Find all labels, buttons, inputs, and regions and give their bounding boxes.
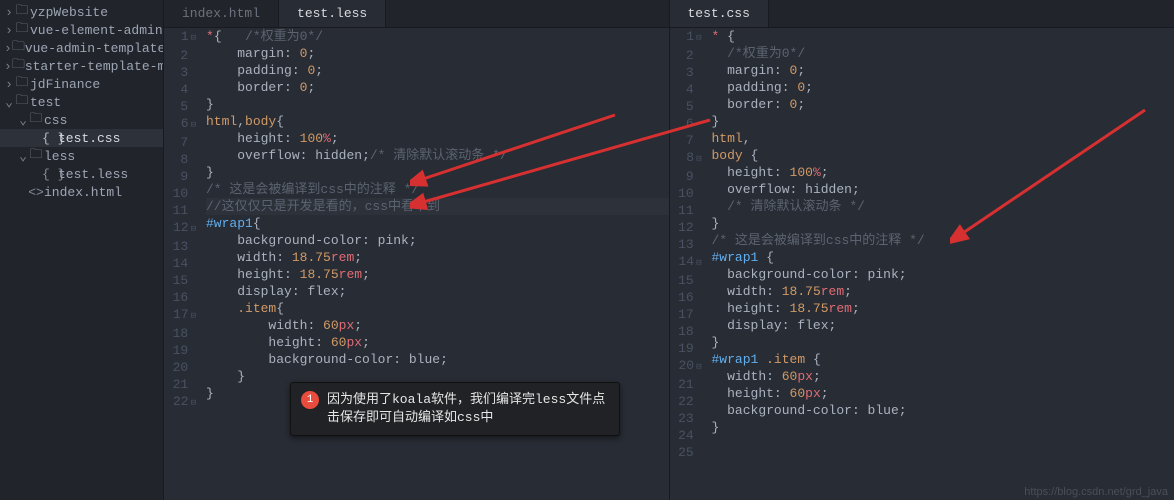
code-line[interactable]: //这仅仅只是开发是看的，css中看不到 <box>206 198 669 215</box>
tree-item-label: less <box>44 149 75 164</box>
chevron-icon: › <box>4 23 14 38</box>
code-line[interactable]: border: 0; <box>712 96 1174 113</box>
code-line[interactable]: height: 100%; <box>206 130 669 147</box>
chevron-icon: ⌄ <box>18 149 28 164</box>
file-tree[interactable]: ›🗀yzpWebsite›🗀vue-element-admin›🗀vue-adm… <box>0 0 164 500</box>
chevron-icon: › <box>4 5 14 20</box>
file-icon: { } <box>42 167 58 182</box>
code-line[interactable]: height: 18.75rem; <box>712 300 1174 317</box>
code-line[interactable]: } <box>712 334 1174 351</box>
code-area-right[interactable]: 1⊟2 3 4 5 6 7 8⊟9 10 11 12 13 14⊟15 16 1… <box>670 28 1174 500</box>
tree-item-label: test.less <box>58 167 128 182</box>
code-line[interactable]: /* 这是会被编译到css中的注释 */ <box>206 181 669 198</box>
chevron-icon: ⌄ <box>18 113 28 128</box>
tab[interactable]: test.less <box>279 0 386 27</box>
tabbar-right[interactable]: test.css <box>670 0 1174 28</box>
file-icon: <> <box>28 185 44 200</box>
tabbar-left[interactable]: index.htmltest.less <box>164 0 669 28</box>
code-line[interactable]: } <box>712 113 1174 130</box>
chevron-icon: › <box>4 77 14 92</box>
code-line[interactable]: /* 这是会被编译到css中的注释 */ <box>712 232 1174 249</box>
annotation-callout: 1 因为使用了koala软件，我们编译完less文件点击保存即可自动编译如css… <box>290 382 620 436</box>
code-line[interactable]: margin: 0; <box>712 62 1174 79</box>
code-line[interactable] <box>712 436 1174 453</box>
file-icon: { } <box>42 131 58 146</box>
code-line[interactable]: padding: 0; <box>712 79 1174 96</box>
code-line[interactable]: } <box>206 164 669 181</box>
code-line[interactable]: } <box>712 215 1174 232</box>
tree-item-label: test.css <box>58 131 120 146</box>
editor-right: test.css 1⊟2 3 4 5 6 7 8⊟9 10 11 12 13 1… <box>670 0 1174 500</box>
tree-item[interactable]: ⌄🗀less <box>0 147 163 165</box>
code-line[interactable]: overflow: hidden; <box>712 181 1174 198</box>
code-line[interactable]: height: 100%; <box>712 164 1174 181</box>
code-line[interactable]: html, <box>712 130 1174 147</box>
code-line[interactable]: padding: 0; <box>206 62 669 79</box>
tree-item[interactable]: ⌄🗀test <box>0 93 163 111</box>
callout-text: 因为使用了koala软件，我们编译完less文件点击保存即可自动编译如css中 <box>327 391 609 427</box>
chevron-icon: › <box>4 59 12 74</box>
watermark: https://blog.csdn.net/grd_java <box>1024 486 1168 498</box>
code-line[interactable]: } <box>712 419 1174 436</box>
code-line[interactable]: height: 60px; <box>206 334 669 351</box>
code-line[interactable]: /*权重为0*/ <box>712 45 1174 62</box>
tree-item-label: test <box>30 95 61 110</box>
code-line[interactable]: body { <box>712 147 1174 164</box>
code-line[interactable]: html,body{ <box>206 113 669 130</box>
tree-item-label: index.html <box>44 185 122 200</box>
chevron-icon: › <box>4 41 12 56</box>
folder-icon: 🗀 <box>28 109 44 131</box>
code-line[interactable]: height: 18.75rem; <box>206 266 669 283</box>
code-line[interactable]: background-color: blue; <box>206 351 669 368</box>
code-line[interactable]: display: flex; <box>206 283 669 300</box>
code-line[interactable]: *{ /*权重为0*/ <box>206 28 669 45</box>
tree-item-label: yzpWebsite <box>30 5 108 20</box>
code-line[interactable]: border: 0; <box>206 79 669 96</box>
tab[interactable]: test.css <box>670 0 769 27</box>
code-line[interactable]: } <box>206 96 669 113</box>
code-line[interactable]: width: 60px; <box>712 368 1174 385</box>
tree-item-label: vue-admin-template <box>25 41 164 56</box>
chevron-icon: ⌄ <box>4 95 14 110</box>
tree-item[interactable]: ⌄🗀css <box>0 111 163 129</box>
tree-item[interactable]: { }test.less <box>0 165 163 183</box>
tree-item[interactable]: { }test.css <box>0 129 163 147</box>
code-line[interactable]: width: 18.75rem; <box>712 283 1174 300</box>
code-line[interactable]: * { <box>712 28 1174 45</box>
code-line[interactable]: overflow: hidden;/* 清除默认滚动条 */ <box>206 147 669 164</box>
folder-icon: 🗀 <box>28 145 44 167</box>
code-line[interactable]: /* 清除默认滚动条 */ <box>712 198 1174 215</box>
code-line[interactable]: background-color: pink; <box>712 266 1174 283</box>
code-line[interactable]: margin: 0; <box>206 45 669 62</box>
code-line[interactable]: background-color: pink; <box>206 232 669 249</box>
tab[interactable]: index.html <box>164 0 279 27</box>
tree-item-label: jdFinance <box>30 77 100 92</box>
code-line[interactable]: width: 60px; <box>206 317 669 334</box>
code-line[interactable]: background-color: blue; <box>712 402 1174 419</box>
tree-item[interactable]: <>index.html <box>0 183 163 201</box>
callout-badge: 1 <box>301 391 319 409</box>
tree-item-label: starter-template-master <box>25 59 164 74</box>
code-line[interactable]: #wrap1 { <box>712 249 1174 266</box>
code-line[interactable]: #wrap1 .item { <box>712 351 1174 368</box>
code-line[interactable]: height: 60px; <box>712 385 1174 402</box>
code-line[interactable]: .item{ <box>206 300 669 317</box>
code-line[interactable]: width: 18.75rem; <box>206 249 669 266</box>
code-line[interactable]: display: flex; <box>712 317 1174 334</box>
tree-item-label: vue-element-admin <box>30 23 163 38</box>
code-line[interactable]: #wrap1{ <box>206 215 669 232</box>
tree-item-label: css <box>44 113 67 128</box>
